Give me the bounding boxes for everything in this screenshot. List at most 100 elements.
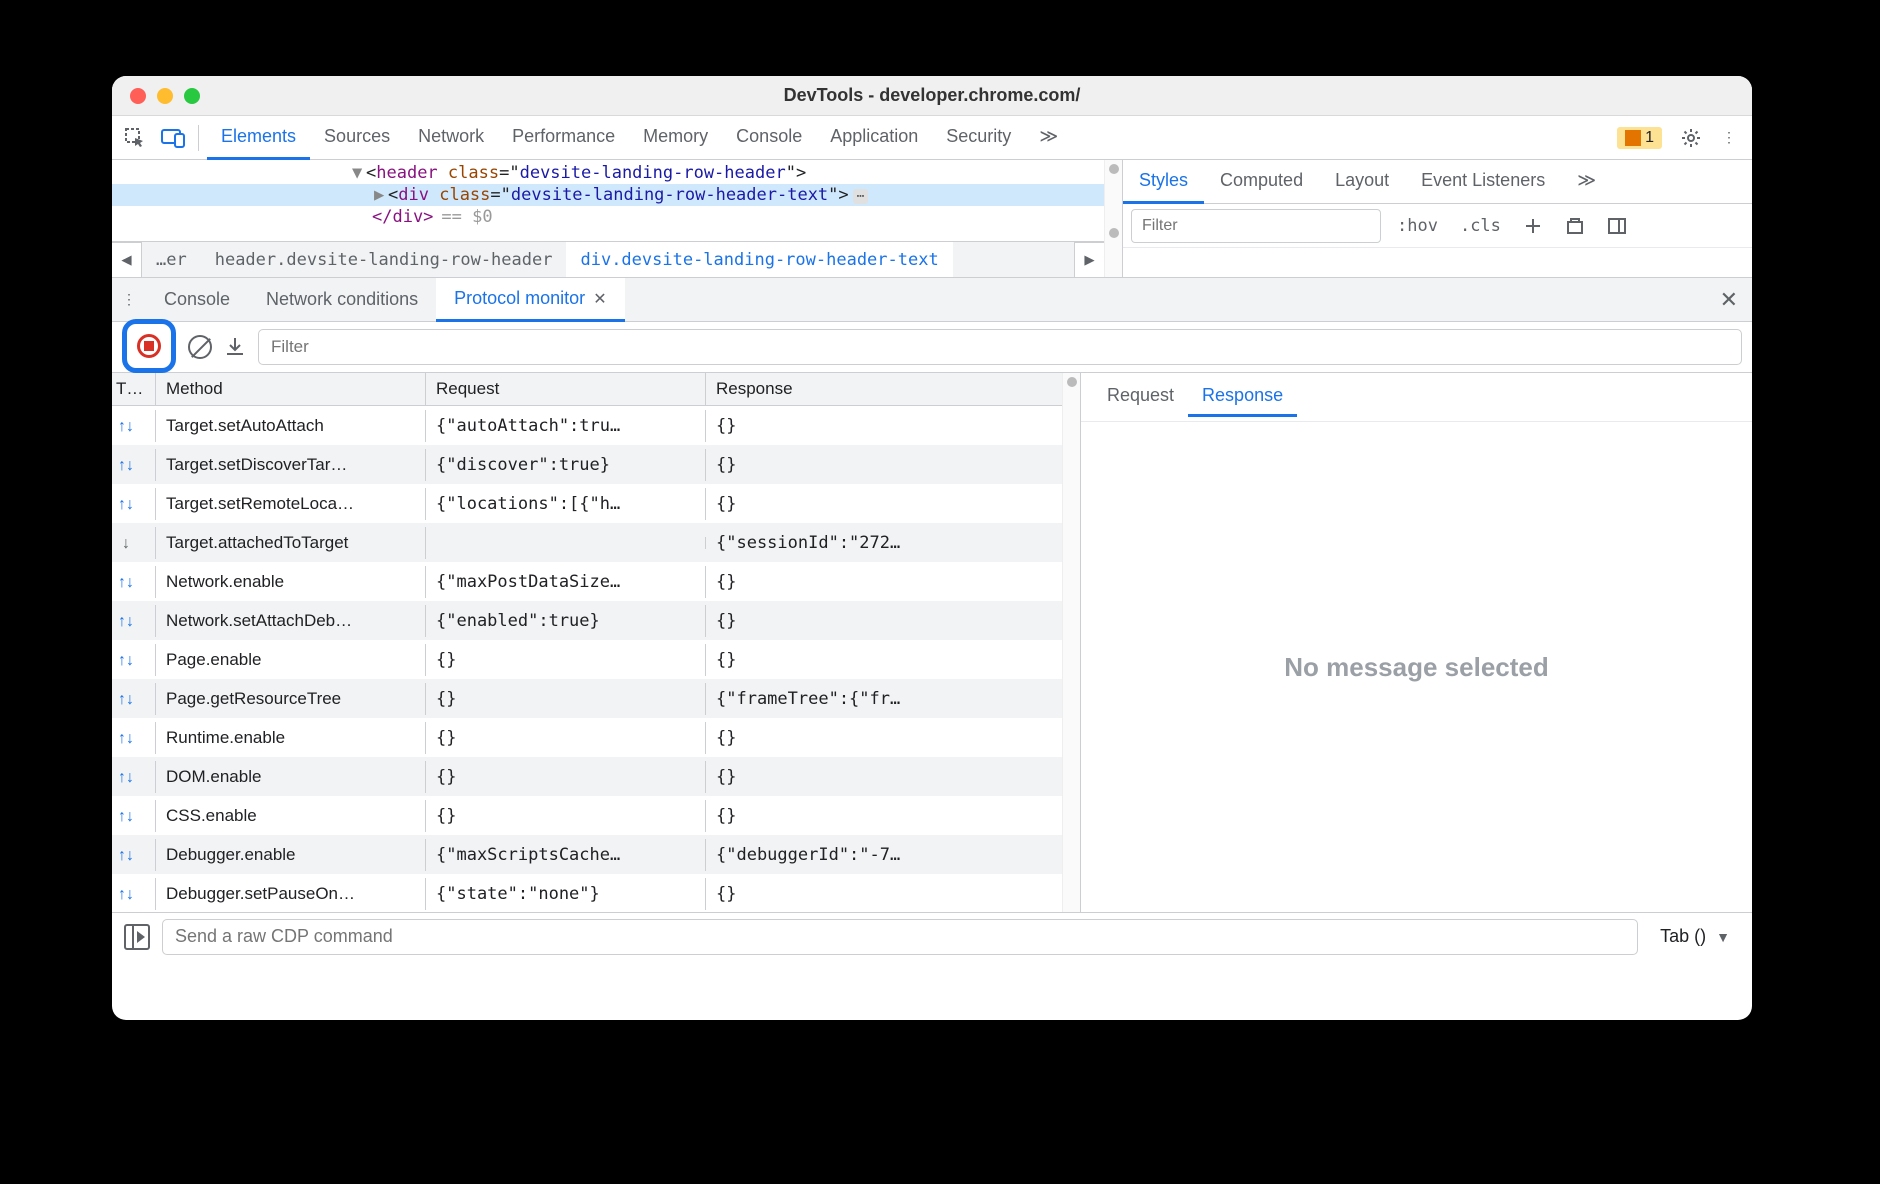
breadcrumb-scroll-left-icon[interactable]: ◀ [112,242,142,277]
breadcrumb-item[interactable]: header.devsite-landing-row-header [201,242,567,277]
detail-tab-request[interactable]: Request [1093,377,1188,417]
table-row[interactable]: ↑↓Target.setAutoAttach{"autoAttach":tru…… [112,406,1062,445]
new-style-rule-icon[interactable] [1517,212,1549,240]
styles-tab-styles[interactable]: Styles [1123,160,1204,204]
col-header-method[interactable]: Method [156,373,426,405]
close-tab-icon[interactable]: ✕ [593,289,606,309]
scroll-dot [1109,164,1119,174]
table-row[interactable]: ↑↓Debugger.enable{"maxScriptsCache…{"deb… [112,835,1062,874]
traffic-lights [130,88,200,104]
dom-node-selected[interactable]: ▶<div class="devsite-landing-row-header-… [112,184,1104,206]
row-request: {"locations":[{"h… [426,488,706,520]
tab-application[interactable]: Application [816,116,932,160]
breadcrumb-scroll-right-icon[interactable]: ▶ [1074,242,1104,277]
scroll-dot [1067,377,1077,387]
row-dir-icon: ↑↓ [112,410,156,442]
tab-security[interactable]: Security [932,116,1025,160]
breadcrumb-item-selected[interactable]: div.devsite-landing-row-header-text [566,242,952,277]
ellipsis-icon[interactable]: ⋯ [853,189,869,204]
row-response: {"debuggerId":"-7… [706,839,1062,871]
row-request: {"maxScriptsCache… [426,839,706,871]
row-method: Network.setAttachDeb… [156,605,426,637]
save-icon[interactable] [224,336,246,358]
row-response: {"frameTree":{"fr… [706,683,1062,715]
drawer-tab-console[interactable]: Console [146,279,248,320]
settings-icon[interactable] [1674,121,1708,155]
table-row[interactable]: ↑↓Network.setAttachDeb…{"enabled":true}{… [112,601,1062,640]
dom-tree[interactable]: ▼<header class="devsite-landing-row-head… [112,160,1104,277]
tab-network[interactable]: Network [404,116,498,160]
record-button[interactable] [137,334,161,358]
more-options-icon[interactable]: ⋮ [1712,121,1746,155]
device-toolbar-icon[interactable] [156,121,190,155]
target-selector[interactable]: Tab () ▼ [1650,926,1740,947]
issues-count: 1 [1645,129,1654,147]
hov-button[interactable]: :hov [1391,212,1444,240]
table-row[interactable]: ↓Target.attachedToTarget{"sessionId":"27… [112,523,1062,562]
table-row[interactable]: ↑↓Target.setDiscoverTar…{"discover":true… [112,445,1062,484]
scroll-dot [1109,228,1119,238]
minimize-window-button[interactable] [157,88,173,104]
table-row[interactable]: ↑↓Debugger.setPauseOn…{"state":"none"}{} [112,874,1062,912]
row-request: {"maxPostDataSize… [426,566,706,598]
col-header-type[interactable]: T… [112,373,156,405]
row-response: {} [706,761,1062,793]
computed-styles-icon[interactable] [1559,212,1591,240]
tab-performance[interactable]: Performance [498,116,629,160]
zoom-window-button[interactable] [184,88,200,104]
breadcrumb-item[interactable]: …er [142,242,201,277]
row-dir-icon: ↑↓ [112,644,156,676]
clear-button[interactable] [188,335,212,359]
detail-tab-response[interactable]: Response [1188,377,1297,417]
row-response: {} [706,410,1062,442]
show-left-panel-icon[interactable] [124,924,150,950]
row-dir-icon: ↑↓ [112,800,156,832]
styles-tab-eventlisteners[interactable]: Event Listeners [1405,160,1561,204]
drawer-tab-network-conditions[interactable]: Network conditions [248,279,436,320]
table-row[interactable]: ↑↓Page.getResourceTree{}{"frameTree":{"f… [112,679,1062,718]
record-button-highlight [122,319,176,373]
dom-scrollbar[interactable] [1104,160,1122,277]
drawer-more-icon[interactable]: ⋮ [112,291,146,308]
table-row[interactable]: ↑↓Target.setRemoteLoca…{"locations":[{"h… [112,484,1062,523]
row-method: Target.setDiscoverTar… [156,449,426,481]
inspect-element-icon[interactable] [118,121,152,155]
toggle-sidebar-icon[interactable] [1601,212,1633,240]
table-scrollbar[interactable] [1062,373,1080,912]
more-styles-tabs-icon[interactable]: ≫ [1561,160,1612,204]
col-header-response[interactable]: Response [706,373,1062,405]
table-row[interactable]: ↑↓CSS.enable{}{} [112,796,1062,835]
table-row[interactable]: ↑↓Page.enable{}{} [112,640,1062,679]
row-method: Target.setRemoteLoca… [156,488,426,520]
dom-node[interactable]: ▼<header class="devsite-landing-row-head… [112,162,1104,184]
tab-console[interactable]: Console [722,116,816,160]
row-response: {} [706,878,1062,910]
table-row[interactable]: ↑↓Network.enable{"maxPostDataSize…{} [112,562,1062,601]
row-response: {} [706,488,1062,520]
tab-sources[interactable]: Sources [310,116,404,160]
styles-tab-computed[interactable]: Computed [1204,160,1319,204]
issues-badge[interactable]: 1 [1617,127,1662,149]
row-method: Page.getResourceTree [156,683,426,715]
devtools-window: DevTools - developer.chrome.com/ Element… [112,76,1752,1020]
cdp-command-input[interactable] [162,919,1638,955]
drawer-close-icon[interactable]: ✕ [1720,287,1738,313]
dom-node-closing: </div>== $0 [112,206,1104,228]
protocol-filter-input[interactable] [258,329,1742,365]
cls-button[interactable]: .cls [1454,212,1507,240]
more-tabs-icon[interactable]: ≫ [1025,116,1072,160]
styles-filter-input[interactable] [1131,209,1381,243]
table-row[interactable]: ↑↓Runtime.enable{}{} [112,718,1062,757]
toolbar-divider [198,125,199,151]
row-response: {"sessionId":"272… [706,527,1062,559]
tab-elements[interactable]: Elements [207,116,310,160]
styles-tab-layout[interactable]: Layout [1319,160,1405,204]
close-window-button[interactable] [130,88,146,104]
record-icon [144,341,154,351]
col-header-request[interactable]: Request [426,373,706,405]
table-row[interactable]: ↑↓DOM.enable{}{} [112,757,1062,796]
row-method: Network.enable [156,566,426,598]
window-title: DevTools - developer.chrome.com/ [784,85,1081,106]
tab-memory[interactable]: Memory [629,116,722,160]
drawer-tab-protocol-monitor[interactable]: Protocol monitor ✕ [436,278,624,322]
